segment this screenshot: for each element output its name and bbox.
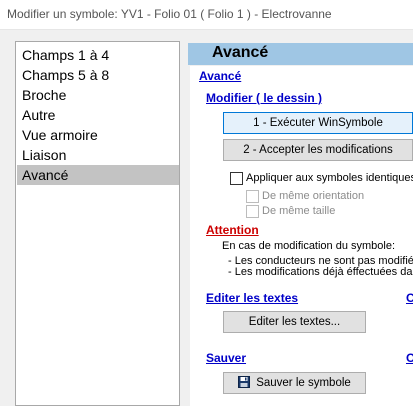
- attention-text-line-1: En cas de modification du symbole:: [222, 240, 396, 252]
- attention-text-line-3: - Les modifications déjà éffectuées da: [228, 266, 413, 278]
- accept-modifications-button[interactable]: 2 - Accepter les modifications: [223, 139, 413, 161]
- apply-identical-checkbox[interactable]: [230, 172, 243, 185]
- same-size-label: De même taille: [262, 205, 336, 217]
- edit-texts-right-link[interactable]: C: [406, 291, 413, 305]
- sidebar-item-vue-armoire[interactable]: Vue armoire: [17, 125, 179, 145]
- sidebar-item-champs-1-4[interactable]: Champs 1 à 4: [17, 45, 179, 65]
- edit-texts-button[interactable]: Editer les textes...: [223, 311, 366, 333]
- sidebar-item-avance[interactable]: Avancé: [17, 165, 179, 185]
- section-title-avance[interactable]: Avancé: [199, 69, 241, 83]
- panel-header-title: Avancé: [212, 44, 269, 61]
- modify-drawing-link[interactable]: Modifier ( le dessin ): [206, 91, 322, 105]
- advanced-panel: Avancé Modifier ( le dessin ) 1 - Exécut…: [190, 66, 413, 406]
- floppy-disk-icon: [238, 376, 251, 388]
- save-symbol-label: Sauver le symbole: [256, 377, 351, 389]
- execute-winsymbole-button[interactable]: 1 - Exécuter WinSymbole: [223, 112, 413, 134]
- same-size-checkbox[interactable]: [246, 205, 259, 218]
- same-orientation-label: De même orientation: [262, 190, 365, 202]
- sidebar-item-autre[interactable]: Autre: [17, 105, 179, 125]
- sidebar-list: Champs 1 à 4 Champs 5 à 8 Broche Autre V…: [15, 41, 180, 406]
- same-orientation-checkbox[interactable]: [246, 190, 259, 203]
- title-bar: Modifier un symbole: YV1 - Folio 01 ( Fo…: [0, 0, 413, 30]
- sidebar-item-liaison[interactable]: Liaison: [17, 145, 179, 165]
- save-symbol-button[interactable]: Sauver le symbole: [223, 372, 366, 394]
- modifier-symbole-window: Modifier un symbole: YV1 - Folio 01 ( Fo…: [0, 0, 413, 406]
- attention-heading: Attention: [206, 223, 259, 237]
- panel-header: Avancé: [188, 43, 413, 65]
- edit-texts-link[interactable]: Editer les textes: [206, 291, 298, 305]
- sidebar-item-champs-5-8[interactable]: Champs 5 à 8: [17, 65, 179, 85]
- save-right-link[interactable]: O: [406, 351, 413, 365]
- apply-identical-label: Appliquer aux symboles identiques (: [246, 172, 413, 184]
- sidebar-item-broche[interactable]: Broche: [17, 85, 179, 105]
- save-section-link[interactable]: Sauver: [206, 351, 246, 365]
- window-title: Modifier un symbole: YV1 - Folio 01 ( Fo…: [7, 7, 332, 21]
